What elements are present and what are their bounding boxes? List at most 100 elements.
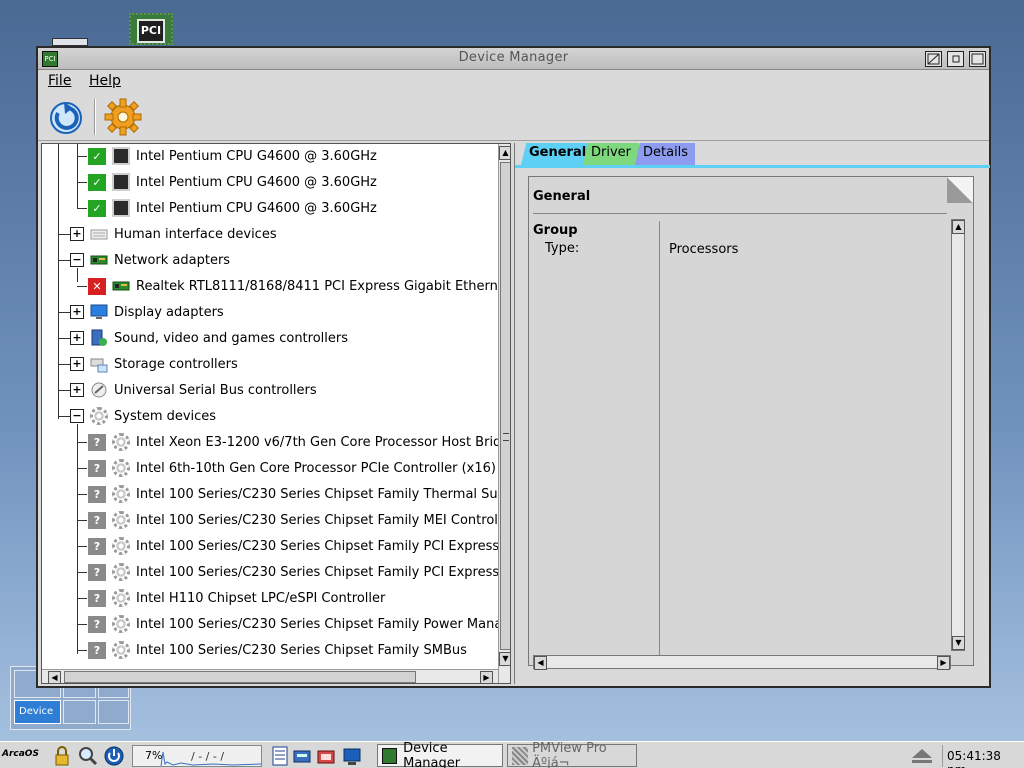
- tree-line: [58, 338, 70, 339]
- tree-item-label: Storage controllers: [114, 356, 238, 372]
- status-unknown-icon: ?: [88, 459, 106, 477]
- tree-category-system[interactable]: System devices: [90, 404, 216, 428]
- cpu-monitor[interactable]: 7% / - / - /: [132, 745, 262, 767]
- expand-button[interactable]: +: [70, 227, 84, 241]
- usb-icon: [91, 382, 107, 398]
- tree-line: [58, 260, 70, 261]
- properties-vertical-scrollbar[interactable]: ▲ ▼: [951, 219, 965, 651]
- task-label: Device Manager: [403, 740, 461, 768]
- menu-file[interactable]: File: [48, 73, 71, 89]
- monitor-icon: [90, 304, 108, 319]
- network-card-icon: [112, 281, 130, 291]
- quick-launch-1[interactable]: [270, 745, 290, 767]
- tree-device-system[interactable]: ? Intel Xeon E3-1200 v6/7th Gen Core Pro…: [88, 430, 510, 454]
- tree-device-system[interactable]: ? Intel 100 Series/C230 Series Chipset F…: [88, 560, 510, 584]
- property-list[interactable]: Group Type: Processors: [533, 221, 947, 657]
- system-gear-icon: [112, 589, 130, 607]
- tree-category-usb[interactable]: Universal Serial Bus controllers: [90, 378, 317, 402]
- tree-device-cpu-1[interactable]: ✓ Intel Pentium CPU G4600 @ 3.60GHz: [88, 144, 377, 168]
- tree-category-storage[interactable]: Storage controllers: [90, 352, 238, 376]
- tree-device-cpu-2[interactable]: ✓ Intel Pentium CPU G4600 @ 3.60GHz: [88, 170, 377, 194]
- list-icon: [272, 746, 288, 766]
- shutdown-button[interactable]: [103, 745, 125, 767]
- clock[interactable]: 05:41:38 pm: [942, 745, 1022, 768]
- tab-details[interactable]: Details: [635, 143, 695, 165]
- scroll-right-button[interactable]: ▶: [480, 671, 493, 683]
- tree-device-system[interactable]: ? Intel 6th-10th Gen Core Processor PCIe…: [88, 456, 496, 480]
- tree-device-system[interactable]: ? Intel 100 Series/C230 Series Chipset F…: [88, 482, 511, 506]
- lock-button[interactable]: [52, 745, 72, 767]
- pager-cell[interactable]: [63, 700, 96, 724]
- title-bar[interactable]: PCI Device Manager: [38, 48, 989, 70]
- tree-device-system[interactable]: ? Intel 100 Series/C230 Series Chipset F…: [88, 534, 510, 558]
- tree-item-label: Intel Pentium CPU G4600 @ 3.60GHz: [136, 174, 377, 190]
- pager-cell[interactable]: [98, 700, 129, 724]
- hide-button[interactable]: [925, 51, 942, 67]
- collapse-button[interactable]: −: [70, 253, 84, 267]
- tree-device-system[interactable]: ? Intel H110 Chipset LPC/eSPI Controller: [88, 586, 385, 610]
- device-tree[interactable]: ✓ Intel Pentium CPU G4600 @ 3.60GHz ✓ In…: [41, 143, 511, 684]
- expand-button[interactable]: +: [70, 305, 84, 319]
- tree-item-label: Intel 100 Series/C230 Series Chipset Fam…: [136, 512, 511, 528]
- tree-line: [77, 286, 87, 287]
- page-corner-icon[interactable]: [947, 177, 973, 203]
- tree-item-label: Intel 100 Series/C230 Series Chipset Fam…: [136, 486, 511, 502]
- tree-line: [58, 364, 70, 365]
- tree-item-label: Intel H110 Chipset LPC/eSPI Controller: [136, 590, 386, 606]
- pager-current-desktop[interactable]: Device: [14, 700, 61, 724]
- tree-item-label: Human interface devices: [114, 226, 277, 242]
- maximize-button[interactable]: [969, 51, 986, 67]
- task-device-manager[interactable]: Device Manager: [377, 740, 503, 768]
- cpu-graph-icon: / - / - /: [160, 750, 262, 766]
- hscroll-thumb[interactable]: [64, 671, 416, 683]
- start-button[interactable]: ArcaOS: [2, 745, 46, 767]
- tree-line: [77, 156, 87, 157]
- tree-category-sound[interactable]: Sound, video and games controllers: [90, 326, 348, 350]
- task-pmview[interactable]: PMView Pro Äºjá¬: [507, 741, 637, 768]
- eject-button[interactable]: [906, 745, 938, 767]
- gear-icon: [104, 98, 142, 136]
- refresh-button[interactable]: [47, 97, 85, 137]
- scroll-left-button[interactable]: ◀: [48, 671, 61, 683]
- tree-category-hid[interactable]: Human interface devices: [90, 222, 277, 246]
- expand-button[interactable]: +: [70, 357, 84, 371]
- tab-general[interactable]: General: [521, 143, 587, 165]
- scroll-down-button[interactable]: ▼: [952, 636, 965, 650]
- tree-vertical-scrollbar[interactable]: ▲ ▼: [498, 144, 510, 683]
- expand-button[interactable]: +: [70, 383, 84, 397]
- tree-line: [77, 572, 87, 573]
- quick-launch-3[interactable]: [316, 745, 336, 767]
- scroll-thumb[interactable]: [500, 162, 510, 650]
- speaker-icon: [91, 329, 107, 346]
- find-button[interactable]: [78, 745, 98, 767]
- scroll-left-button[interactable]: ◀: [534, 656, 547, 670]
- properties-horizontal-scrollbar[interactable]: ◀ ▶: [533, 655, 951, 670]
- tree-category-display[interactable]: Display adapters: [90, 300, 224, 324]
- drive-icon: [293, 750, 311, 763]
- tree-item-label: Realtek RTL8111/8168/8411 PCI Express Gi…: [136, 278, 511, 294]
- expand-button[interactable]: +: [70, 331, 84, 345]
- minimize-button[interactable]: [947, 51, 964, 67]
- scroll-right-button[interactable]: ▶: [937, 656, 950, 670]
- tree-category-network[interactable]: Network adapters: [90, 248, 230, 272]
- tree-horizontal-scrollbar[interactable]: ◀ ▶: [42, 669, 498, 683]
- system-gear-icon: [112, 537, 130, 555]
- quick-launch-4[interactable]: [342, 745, 362, 767]
- tree-device-cpu-3[interactable]: ✓ Intel Pentium CPU G4600 @ 3.60GHz: [88, 196, 377, 220]
- pci-desktop-icon[interactable]: PCI: [129, 13, 173, 45]
- tree-line: [77, 650, 87, 651]
- scroll-up-button[interactable]: ▲: [952, 220, 965, 234]
- scroll-up-button[interactable]: ▲: [499, 146, 510, 160]
- tree-device-system[interactable]: ? Intel 100 Series/C230 Series Chipset F…: [88, 508, 511, 532]
- scroll-down-button[interactable]: ▼: [499, 652, 510, 666]
- tree-device-system[interactable]: ? Intel 100 Series/C230 Series Chipset F…: [88, 638, 467, 662]
- properties-pane: General Driver Details General Group Typ…: [514, 143, 990, 684]
- properties-button[interactable]: [103, 97, 143, 137]
- tree-device-ethernet[interactable]: ✕ Realtek RTL8111/8168/8411 PCI Express …: [88, 274, 511, 298]
- tab-driver[interactable]: Driver: [583, 143, 639, 165]
- quick-launch-2[interactable]: [292, 745, 312, 767]
- collapse-button[interactable]: −: [70, 409, 84, 423]
- tree-device-system[interactable]: ? Intel 100 Series/C230 Series Chipset F…: [88, 612, 510, 636]
- menu-help[interactable]: Help: [89, 73, 121, 89]
- status-unknown-icon: ?: [88, 563, 106, 581]
